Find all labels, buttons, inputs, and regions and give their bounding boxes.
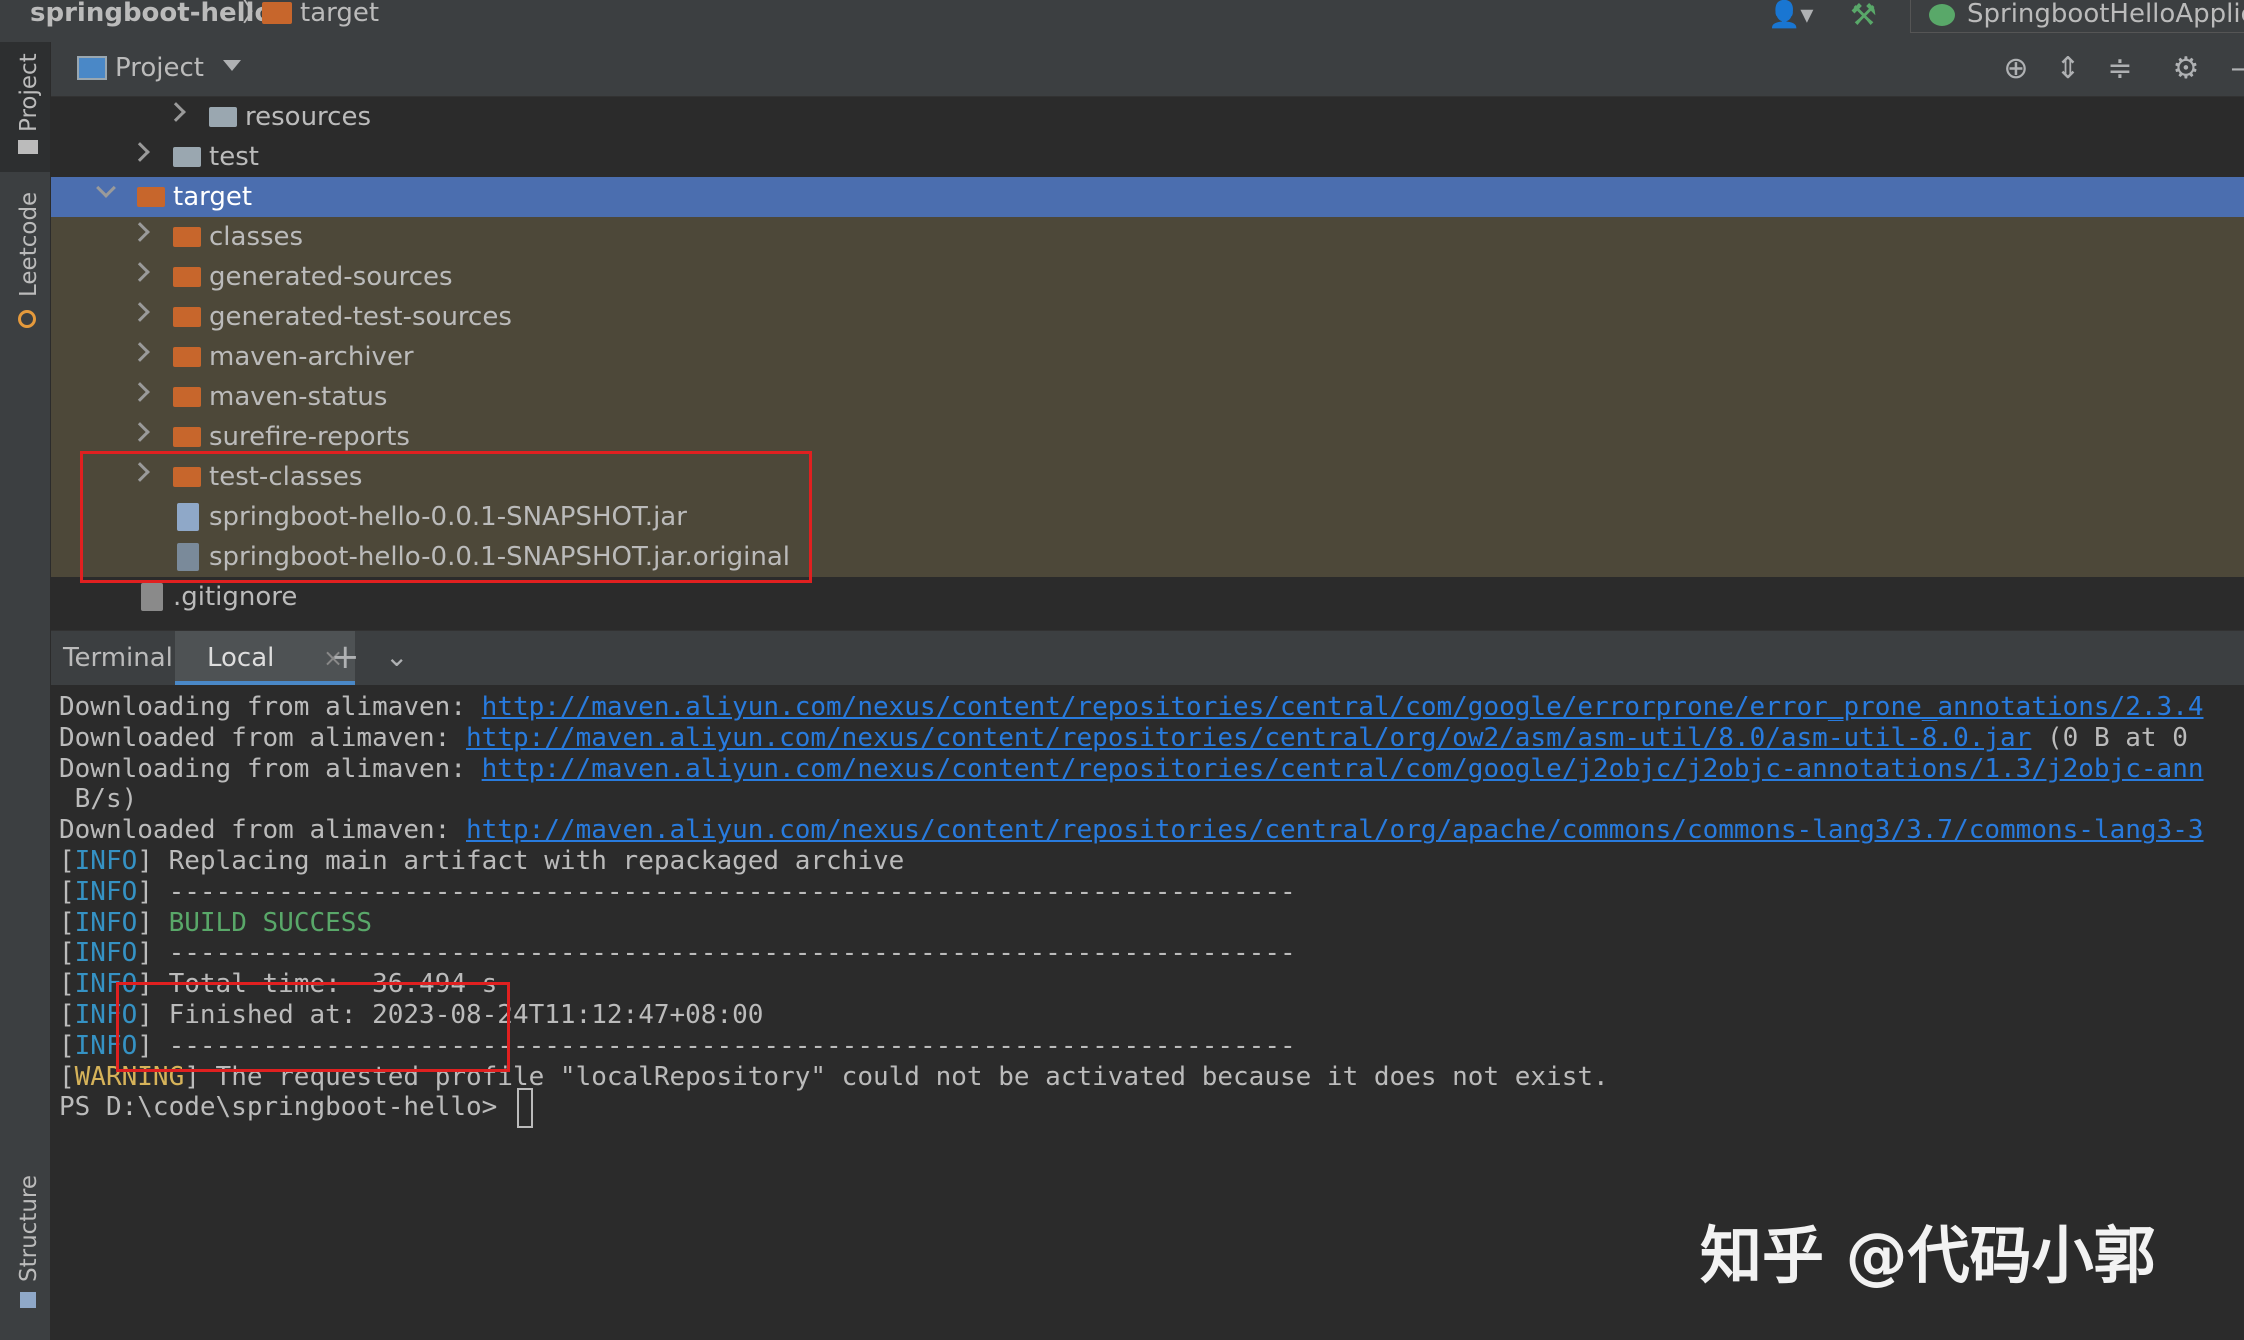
terminal-line: Downloading from alimaven: http://maven.… bbox=[59, 747, 2204, 791]
project-tool-tab[interactable]: Project bbox=[0, 42, 50, 172]
folder-icon bbox=[173, 227, 201, 247]
chevron-right-icon[interactable] bbox=[130, 262, 150, 282]
annotation-highlight-box bbox=[80, 451, 812, 583]
run-configuration-label: SpringbootHelloApplicat bbox=[1967, 0, 2244, 29]
project-panel-header: Project ⊕ ⇕ ≑ ⚙ – bbox=[51, 42, 2244, 97]
tree-item-label: .gitignore bbox=[173, 582, 298, 612]
chevron-right-icon[interactable] bbox=[130, 142, 150, 162]
annotation-highlight-box bbox=[116, 982, 510, 1072]
tree-item-label: maven-status bbox=[209, 382, 388, 412]
leetcode-icon bbox=[18, 310, 36, 328]
tree-item-maven-status[interactable]: maven-status bbox=[51, 377, 2244, 417]
add-terminal-button[interactable]: + bbox=[331, 637, 360, 677]
chevron-right-icon[interactable] bbox=[130, 222, 150, 242]
tree-item-label: target bbox=[173, 182, 253, 212]
terminal-title: Terminal: bbox=[63, 643, 182, 673]
terminal-tab-label: Local bbox=[207, 643, 275, 673]
tree-item-test[interactable]: test bbox=[51, 137, 2244, 177]
tree-item-label: maven-archiver bbox=[209, 342, 414, 372]
expand-all-icon[interactable]: ⇕ bbox=[2051, 52, 2085, 86]
watermark: 知乎 @代码小郭 bbox=[1700, 1219, 2156, 1292]
shell-prompt: PS D:\code\springboot-hello> bbox=[59, 1092, 513, 1122]
chevron-right-icon[interactable] bbox=[130, 342, 150, 362]
chevron-down-icon[interactable] bbox=[96, 178, 116, 198]
left-tool-strip: Project Leetcode Structure bbox=[0, 42, 51, 1340]
user-icon[interactable]: 👤▾ bbox=[1768, 0, 1828, 30]
project-tool-label: Project bbox=[16, 53, 42, 132]
project-view-title[interactable]: Project bbox=[115, 52, 204, 84]
chevron-down-icon[interactable] bbox=[223, 60, 241, 71]
leetcode-tool-label: Leetcode bbox=[16, 191, 42, 297]
chevron-right-icon[interactable] bbox=[166, 102, 186, 122]
tree-item-resources[interactable]: resources bbox=[51, 97, 2244, 137]
tree-item-label: resources bbox=[245, 102, 372, 132]
structure-icon bbox=[20, 1292, 36, 1308]
folder-icon bbox=[173, 307, 201, 327]
chevron-right-icon[interactable] bbox=[130, 302, 150, 322]
chevron-right-icon[interactable] bbox=[130, 382, 150, 402]
text-cursor bbox=[516, 1087, 533, 1128]
tree-item-classes[interactable]: classes bbox=[51, 217, 2244, 257]
tree-item-gitignore[interactable]: .gitignore bbox=[51, 577, 2244, 617]
tree-item-target[interactable]: target bbox=[51, 177, 2244, 217]
tree-item-label: classes bbox=[209, 222, 304, 252]
chevron-down-icon[interactable]: ⌄ bbox=[385, 637, 408, 677]
structure-tool-label: Structure bbox=[16, 1175, 42, 1282]
tree-item-maven-archiver[interactable]: maven-archiver bbox=[51, 337, 2244, 377]
spring-app-icon bbox=[1929, 4, 1955, 26]
resources-folder-icon bbox=[209, 107, 237, 127]
folder-icon bbox=[173, 267, 201, 287]
breadcrumb-target[interactable]: target bbox=[300, 0, 379, 28]
folder-icon bbox=[173, 427, 201, 447]
terminal-prompt-line[interactable]: PS D:\code\springboot-hello> bbox=[59, 1085, 533, 1129]
folder-icon bbox=[262, 2, 292, 24]
folder-icon bbox=[173, 147, 201, 167]
tree-item-generated-sources[interactable]: generated-sources bbox=[51, 257, 2244, 297]
gitignore-file-icon bbox=[141, 583, 163, 611]
build-hammer-icon[interactable]: ⚒ bbox=[1850, 0, 1884, 33]
folder-icon bbox=[18, 140, 38, 154]
tree-item-label: test bbox=[209, 142, 259, 172]
tree-item-label: generated-sources bbox=[209, 262, 453, 292]
run-configuration-selector[interactable]: SpringbootHelloApplicat bbox=[1910, 0, 2244, 33]
terminal-header: Terminal: Local × + ⌄ bbox=[51, 630, 2244, 685]
gear-icon[interactable]: ⚙ bbox=[2169, 52, 2203, 86]
download-link[interactable]: http://maven.aliyun.com/nexus/content/re… bbox=[482, 754, 2204, 784]
collapse-all-icon[interactable]: ≑ bbox=[2103, 52, 2137, 86]
chevron-right-icon[interactable] bbox=[130, 422, 150, 442]
minimize-icon[interactable]: – bbox=[2221, 52, 2244, 86]
target-icon[interactable]: ⊕ bbox=[1999, 52, 2033, 86]
navigation-bar: springboot-hello 〉 target 👤▾ ⚒ Springboo… bbox=[0, 0, 2244, 43]
terminal-tab-local[interactable]: Local × bbox=[175, 631, 355, 685]
folder-icon bbox=[137, 187, 165, 207]
project-view-icon bbox=[77, 56, 107, 80]
folder-icon bbox=[173, 347, 201, 367]
breadcrumb-project[interactable]: springboot-hello bbox=[30, 0, 272, 28]
tree-item-generated-test-sources[interactable]: generated-test-sources bbox=[51, 297, 2244, 337]
folder-icon bbox=[173, 387, 201, 407]
tree-item-label: generated-test-sources bbox=[209, 302, 512, 332]
